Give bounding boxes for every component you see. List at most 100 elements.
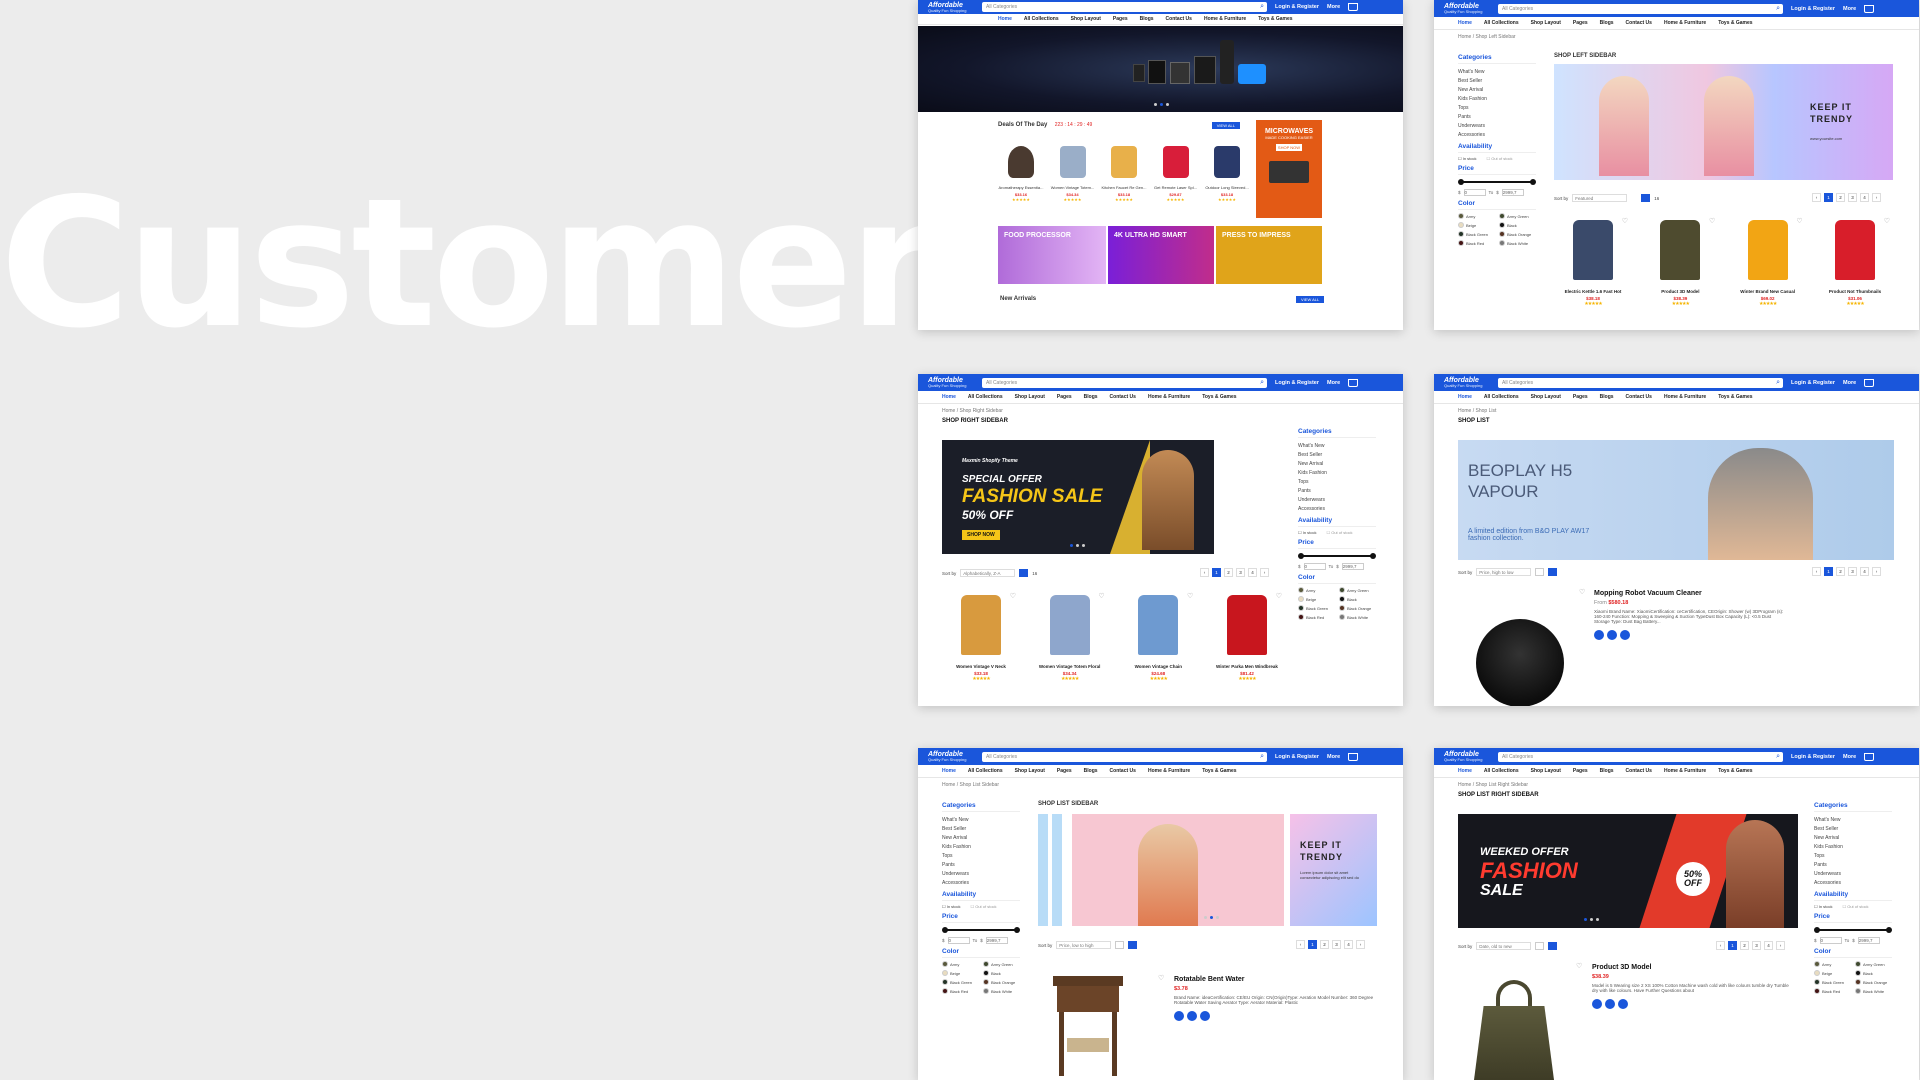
category-link[interactable]: What's New [1298,441,1376,450]
category-link[interactable]: Pants [942,860,1020,869]
page-number[interactable]: 2 [1224,568,1233,577]
page-number[interactable]: 2 [1740,941,1749,950]
nav-item[interactable]: Home [998,16,1012,22]
login-link[interactable]: Login & Register [1275,380,1319,386]
category-link[interactable]: Tops [1458,103,1536,112]
color-swatch[interactable]: Black White [983,988,1020,994]
page-number[interactable]: 4 [1764,941,1773,950]
page-number[interactable]: 1 [1824,193,1833,202]
color-swatch[interactable]: Beige [942,970,979,976]
next-page-icon[interactable]: › [1872,193,1881,202]
category-link[interactable]: Kids Fashion [1458,94,1536,103]
product-image[interactable] [942,590,1020,660]
out-of-stock-checkbox[interactable]: ☐ Out of stock [971,904,997,909]
search-input[interactable]: All Categories [1498,751,1783,762]
product-image[interactable] [1641,215,1719,285]
color-swatch[interactable]: Beige [1458,222,1495,228]
product-card[interactable]: ♡ Women Vintage Chain $24.68 ★★★★★ [1119,590,1197,682]
nav-item[interactable]: Blogs [1140,16,1154,22]
cart-icon[interactable] [1864,752,1875,761]
sort-select[interactable]: Date, old to new [1476,942,1532,950]
price-to-input[interactable]: 2999,7 [1857,937,1880,944]
product-card[interactable]: Get Remote Laser Spl... $29.87 ★★★★★ [1153,142,1199,202]
cart-icon[interactable] [1348,752,1359,761]
product-image[interactable] [1476,619,1564,706]
page-number[interactable]: 2 [1836,567,1845,576]
compare-button[interactable] [1618,999,1628,1009]
nav-item[interactable]: Home & Furniture [1664,20,1706,26]
nav-item[interactable]: Pages [1573,768,1588,774]
color-swatch[interactable]: Black [1855,970,1892,976]
hero-dots[interactable] [1070,544,1085,547]
logo[interactable]: Affordable Quality Fun Shopping [1444,3,1490,14]
logo[interactable]: Affordable Quality Fun Shopping [928,2,974,13]
color-swatch[interactable]: Black [983,970,1020,976]
price-to-input[interactable]: 2999,7 [1341,563,1364,570]
list-view-icon[interactable] [1548,942,1558,950]
search-input[interactable]: All Categories [982,2,1267,12]
page-number[interactable]: 3 [1236,568,1245,577]
search-input[interactable]: All Categories [1498,3,1783,14]
login-link[interactable]: Login & Register [1791,754,1835,760]
category-link[interactable]: What's New [1458,67,1536,76]
quick-view-button[interactable] [1605,999,1615,1009]
nav-item[interactable]: Home & Furniture [1148,394,1190,400]
price-range-slider[interactable] [1814,927,1892,933]
category-link[interactable]: New Arrival [942,833,1020,842]
color-swatch[interactable]: Black Red [1298,614,1335,620]
out-of-stock-checkbox[interactable]: ☐ Out of stock [1843,904,1869,909]
login-link[interactable]: Login & Register [1275,4,1319,10]
cart-icon[interactable] [1348,3,1359,11]
nav-item[interactable]: Shop Layout [1531,768,1561,774]
nav-item[interactable]: Toys & Games [1202,394,1236,400]
category-link[interactable]: Underwears [1458,121,1536,130]
color-swatch[interactable]: Black Green [1458,231,1495,237]
color-swatch[interactable]: Black Orange [983,979,1020,985]
page-number[interactable]: 4 [1860,193,1869,202]
category-link[interactable]: Tops [1298,477,1376,486]
color-swatch[interactable]: Black White [1855,988,1892,994]
nav-item[interactable]: All Collections [968,394,1003,400]
color-swatch[interactable]: Black Orange [1855,979,1892,985]
tile-food-processor[interactable]: FOOD PROCESSOR [998,226,1106,284]
color-swatch[interactable]: Black Green [1298,605,1335,611]
color-swatch[interactable]: Beige [1298,596,1335,602]
color-swatch[interactable]: Black Green [942,979,979,985]
sort-select[interactable]: Alphabetically, Z-A [960,569,1016,577]
nav-item[interactable]: All Collections [1024,16,1059,22]
product-card[interactable]: Outdoor Long Sleeved... $33.18 ★★★★★ [1204,142,1250,202]
login-link[interactable]: Login & Register [1791,380,1835,386]
promo-microwaves[interactable]: MICROWAVES MADE COOKING EASIER SHOP NOW [1256,120,1322,218]
nav-item[interactable]: Blogs [1600,394,1614,400]
color-swatch[interactable]: Black [1499,222,1536,228]
grid-view-icon[interactable] [1535,942,1545,950]
nav-item[interactable]: Home [942,394,956,400]
nav-item[interactable]: Home & Furniture [1664,394,1706,400]
color-swatch[interactable]: Black White [1339,614,1376,620]
logo[interactable]: Affordable Quality Fun Shopping [1444,377,1490,388]
in-stock-checkbox[interactable]: ☐ In stock [1298,530,1317,535]
product-image[interactable] [1031,590,1109,660]
wishlist-icon[interactable]: ♡ [1796,217,1802,225]
color-swatch[interactable]: Army Green [983,961,1020,967]
category-link[interactable]: Pants [1298,486,1376,495]
category-link[interactable]: Underwears [1814,869,1892,878]
category-link[interactable]: Accessories [942,878,1020,887]
product-card[interactable]: ♡ Product 3D Model $38.39 ★★★★★ [1641,215,1719,307]
page-number[interactable]: 3 [1752,941,1761,950]
hero-dots[interactable] [1584,918,1599,921]
color-swatch[interactable]: Beige [1814,970,1851,976]
color-swatch[interactable]: Army Green [1855,961,1892,967]
category-link[interactable]: Pants [1814,860,1892,869]
next-page-icon[interactable]: › [1260,568,1269,577]
price-range-slider[interactable] [1458,179,1536,185]
product-card[interactable]: Kitchen Faucet Re Gen... $33.18 ★★★★★ [1101,142,1147,202]
product-card[interactable]: ♡ Product Not Thumbnails $31.06 ★★★★★ [1816,215,1894,307]
nav-item[interactable]: Contact Us [1166,16,1192,22]
category-link[interactable]: Underwears [942,869,1020,878]
nav-item[interactable]: Pages [1573,20,1588,26]
prev-page-icon[interactable]: ‹ [1716,941,1725,950]
sort-select[interactable]: Featured [1572,194,1628,202]
color-swatch[interactable]: Army [942,961,979,967]
product-card[interactable]: ♡ Electric Kettle 1.6 Fast Hot $38.18 ★★… [1554,215,1632,307]
